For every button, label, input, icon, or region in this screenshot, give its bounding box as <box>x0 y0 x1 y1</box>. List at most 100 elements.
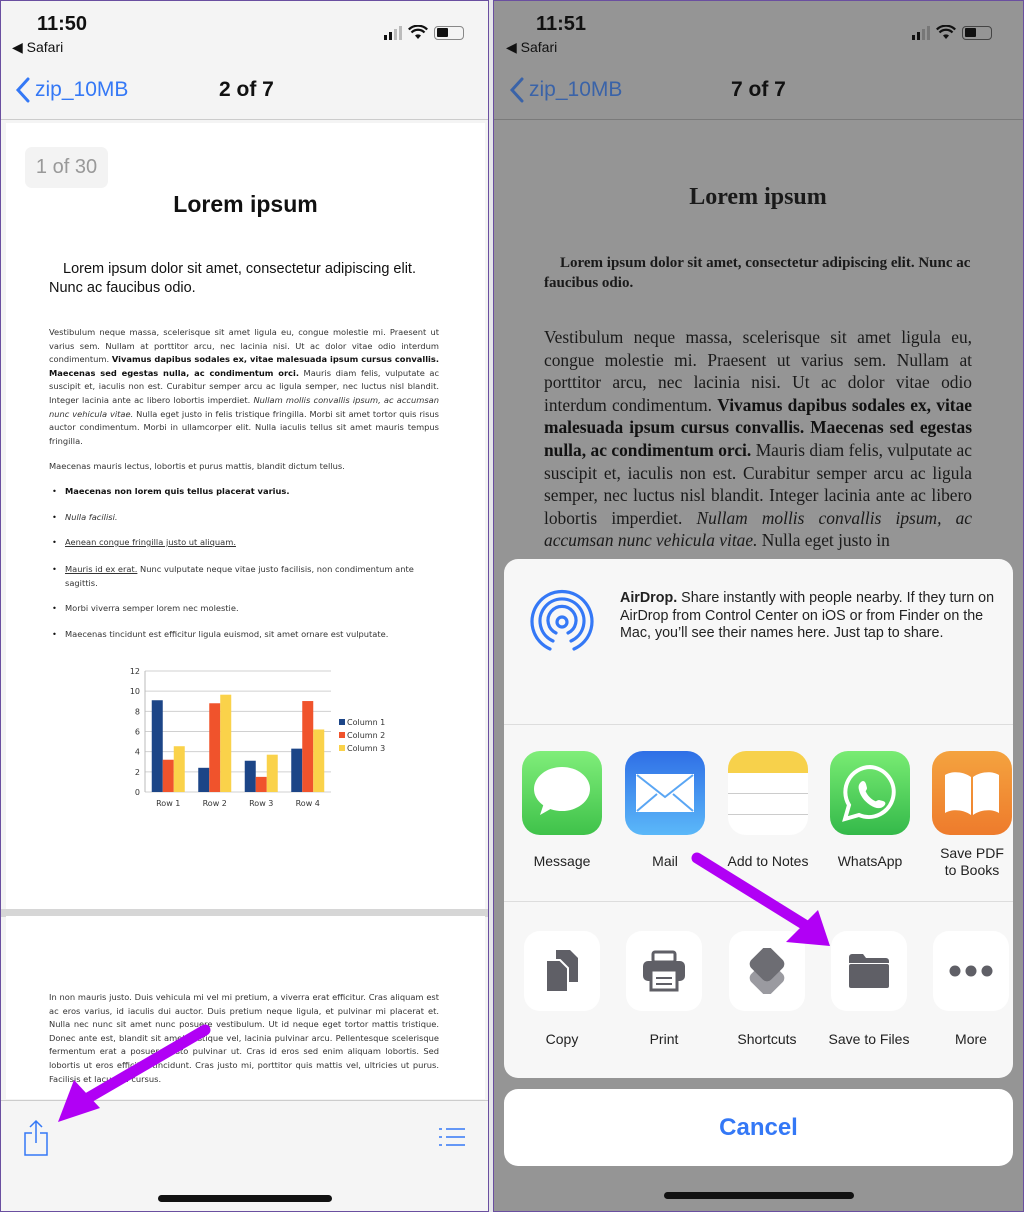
legend-swatch <box>339 745 345 751</box>
back-app-label: Safari <box>26 39 64 55</box>
legend-label: Column 2 <box>347 731 385 740</box>
nav-back-button[interactable]: zip_10MB <box>509 77 622 103</box>
text-segment: Mauris id ex erat. <box>65 564 138 574</box>
bullet-item: Morbi viverra semper lorem nec molestie. <box>52 602 439 616</box>
bar <box>209 703 221 792</box>
x-tick-label: Row 4 <box>296 799 320 808</box>
action-copy[interactable]: Copy <box>524 931 600 1047</box>
bullet-item: Maecenas non lorem quis tellus placerat … <box>52 485 439 499</box>
text-segment: Maecenas non lorem quis tellus placerat … <box>65 486 290 496</box>
bar-chart: 0 2 4 6 8 10 12 Row 1 Row 2 Row 3 Row 4 Column 1 Col… <box>130 667 385 808</box>
signal-icon <box>912 25 930 40</box>
list-icon[interactable] <box>439 1127 465 1147</box>
doc-subtitle: Lorem ipsum dolor sit amet, consectetur … <box>49 261 416 296</box>
action-more[interactable]: More <box>933 931 1009 1047</box>
app-label: Mail <box>652 853 678 869</box>
nav-back-label: zip_10MB <box>529 78 623 101</box>
home-indicator <box>158 1195 332 1202</box>
notes-icon <box>728 751 808 835</box>
share-app-books[interactable]: Save PDF to Books <box>932 751 1012 879</box>
bar <box>162 759 174 792</box>
bar <box>302 701 314 792</box>
back-to-safari[interactable]: ◀ Safari <box>12 39 63 56</box>
action-print[interactable]: Print <box>626 931 702 1047</box>
y-tick-label: 0 <box>135 788 140 797</box>
share-app-notes[interactable]: Add to Notes <box>728 751 808 870</box>
page2-paragraph: In non mauris justo. Duis vehicula mi ve… <box>49 992 439 1084</box>
legend-swatch <box>339 732 345 738</box>
app-label: Save PDF to Books <box>940 845 1004 878</box>
message-icon <box>522 751 602 835</box>
y-tick-label: 2 <box>135 768 140 777</box>
status-time: 11:50 <box>37 13 88 35</box>
x-tick-label: Row 3 <box>249 799 273 808</box>
chevron-left-icon <box>15 77 30 103</box>
x-tick-label: Row 1 <box>156 799 180 808</box>
action-label: Copy <box>545 1031 579 1047</box>
books-icon <box>932 751 1012 835</box>
folder-icon <box>831 931 907 1011</box>
share-app-mail[interactable]: Mail <box>625 751 705 870</box>
app-label: WhatsApp <box>837 853 903 869</box>
nav-back-label: zip_10MB <box>35 78 129 101</box>
page-badge: 1 of 30 <box>25 147 108 188</box>
doc-subtitle: Lorem ipsum dolor sit amet, consectetur … <box>544 255 971 291</box>
airdrop-title: AirDrop. <box>620 590 678 606</box>
back-app-label: Safari <box>520 39 558 55</box>
airdrop-section[interactable]: AirDrop. Share instantly with people nea… <box>504 559 1013 725</box>
share-sheet: AirDrop. Share instantly with people nea… <box>504 559 1013 1078</box>
bar <box>313 729 325 792</box>
wifi-icon <box>936 25 956 39</box>
bar <box>173 746 185 792</box>
bar <box>220 694 232 792</box>
bullet-item: Maecenas tincidunt est efficitur ligula … <box>52 628 439 642</box>
back-to-safari[interactable]: ◀ Safari <box>506 39 557 56</box>
bar <box>255 776 267 792</box>
cancel-button[interactable]: Cancel <box>504 1089 1013 1166</box>
airdrop-text: Share instantly with people nearby. If t… <box>620 590 995 642</box>
app-label: Add to Notes <box>727 853 809 869</box>
nav-title: 2 of 7 <box>219 78 274 101</box>
action-label: Shortcuts <box>737 1031 797 1047</box>
y-tick-label: 12 <box>130 667 140 676</box>
doc-paragraph-2: Maecenas mauris lectus, lobortis et puru… <box>49 461 345 471</box>
battery-icon <box>434 25 464 40</box>
doc-paragraph-1: Vestibulum neque massa, scelerisque sit … <box>49 326 439 448</box>
bar <box>244 760 256 792</box>
doc-paragraph-1: Vestibulum neque massa, scelerisque sit … <box>544 326 972 552</box>
bullet-item: Aenean congue fringilla justo ut aliquam… <box>52 536 439 550</box>
text-segment: Aenean congue fringilla justo ut aliquam… <box>65 537 236 547</box>
nav-back-button[interactable]: zip_10MB <box>15 77 128 103</box>
shortcuts-icon <box>729 931 805 1011</box>
action-shortcuts[interactable]: Shortcuts <box>729 931 805 1047</box>
whatsapp-icon <box>830 751 910 835</box>
bar <box>198 767 210 792</box>
action-save-to-files[interactable]: Save to Files <box>829 931 909 1047</box>
app-label: Message <box>533 853 591 869</box>
bottom-toolbar <box>1 1100 488 1211</box>
y-tick-label: 6 <box>135 728 140 737</box>
battery-icon <box>962 25 992 40</box>
share-app-message[interactable]: Message <box>522 751 602 870</box>
more-icon <box>933 931 1009 1011</box>
right-screen: 11:51 ◀ Safari zip_10MB 7 of 7 Lorem ips… <box>493 0 1024 1212</box>
action-label: Save to Files <box>828 1031 910 1047</box>
chevron-left-icon <box>509 77 524 103</box>
doc-title: Lorem ipsum <box>173 191 318 217</box>
bullet-item: Mauris id ex erat. Nunc vulputate neque … <box>52 563 439 590</box>
text-segment: Morbi viverra semper lorem nec molestie. <box>65 603 239 613</box>
airdrop-description: AirDrop. Share instantly with people nea… <box>620 590 1000 643</box>
signal-icon <box>384 25 402 40</box>
y-tick-label: 4 <box>135 748 140 757</box>
bar <box>151 700 163 792</box>
bar <box>266 754 278 792</box>
share-app-whatsapp[interactable]: WhatsApp <box>830 751 910 870</box>
share-icon[interactable] <box>23 1119 49 1157</box>
print-icon <box>626 931 702 1011</box>
bullet-item: Nulla facilisi. <box>52 511 439 525</box>
text-segment: Nulla facilisi. <box>65 512 118 522</box>
copy-icon <box>524 931 600 1011</box>
legend-label: Column 3 <box>347 744 385 753</box>
mail-icon <box>625 751 705 835</box>
doc-title: Lorem ipsum <box>689 184 827 210</box>
